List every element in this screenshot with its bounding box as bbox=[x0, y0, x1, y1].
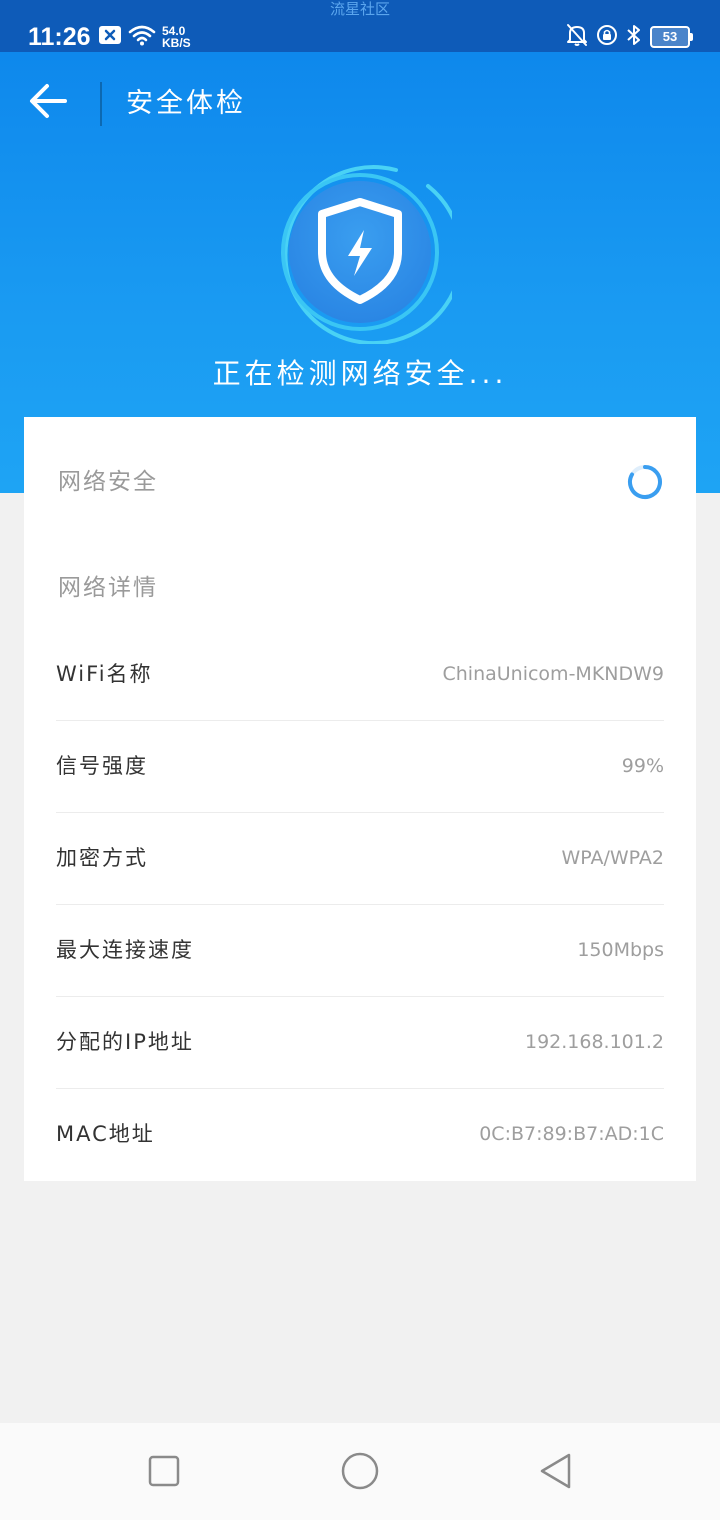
detail-value: 192.168.101.2 bbox=[524, 1031, 664, 1053]
detail-row-wifi-name: WiFi名称 ChinaUnicom-MKNDW9 bbox=[56, 629, 664, 721]
detail-label: 信号强度 bbox=[56, 754, 148, 778]
status-left-icons: 54.0 KB/S bbox=[98, 22, 191, 52]
network-speed-unit: KB/S bbox=[162, 36, 191, 50]
detail-row-mac-address: MAC地址 0C:B7:89:B7:AD:1C bbox=[56, 1089, 664, 1180]
detail-label: WiFi名称 bbox=[56, 662, 153, 686]
back-arrow-icon bbox=[29, 83, 69, 123]
detail-label: 最大连接速度 bbox=[56, 938, 194, 962]
bell-muted-icon bbox=[566, 23, 588, 51]
battery-icon: 53 bbox=[650, 26, 693, 48]
screen: 流星社区 11:26 54.0 KB/S 53 安全体检 正在检测网络安全...… bbox=[0, 0, 720, 1520]
status-right-icons: 53 bbox=[566, 22, 693, 52]
detail-value: WPA/WPA2 bbox=[561, 847, 664, 869]
network-details-heading: 网络详情 bbox=[58, 575, 158, 601]
network-detail-list: WiFi名称 ChinaUnicom-MKNDW9 信号强度 99% 加密方式 … bbox=[56, 629, 664, 1180]
shield-scan-graphic bbox=[268, 160, 464, 346]
scan-status-text: 正在检测网络安全... bbox=[212, 357, 508, 390]
back-button[interactable] bbox=[26, 80, 72, 126]
circle-icon bbox=[338, 1452, 382, 1497]
detail-label: 加密方式 bbox=[56, 846, 148, 870]
detail-row-encryption: 加密方式 WPA/WPA2 bbox=[56, 813, 664, 905]
detail-value: 0C:B7:89:B7:AD:1C bbox=[479, 1123, 664, 1145]
bluetooth-icon bbox=[626, 23, 642, 51]
status-bar: 流星社区 11:26 54.0 KB/S 53 bbox=[0, 0, 720, 52]
notification-x-icon bbox=[98, 25, 122, 49]
network-security-row: 网络安全 bbox=[58, 459, 664, 505]
network-security-label: 网络安全 bbox=[58, 469, 158, 495]
home-button[interactable] bbox=[338, 1449, 382, 1493]
detail-row-ip-address: 分配的IP地址 192.168.101.2 bbox=[56, 997, 664, 1089]
header-divider bbox=[100, 82, 102, 126]
square-icon bbox=[142, 1455, 186, 1497]
system-nav-bar bbox=[0, 1423, 720, 1520]
recents-button[interactable] bbox=[142, 1449, 186, 1493]
detail-row-signal-strength: 信号强度 99% bbox=[56, 721, 664, 813]
detail-row-max-speed: 最大连接速度 150Mbps bbox=[56, 905, 664, 997]
triangle-back-icon bbox=[534, 1453, 578, 1497]
detail-label: MAC地址 bbox=[56, 1122, 155, 1146]
detail-value: 99% bbox=[621, 755, 664, 777]
status-time: 11:26 bbox=[28, 23, 91, 51]
loading-spinner-icon bbox=[626, 463, 664, 501]
detail-value: ChinaUnicom-MKNDW9 bbox=[442, 663, 664, 685]
page-title: 安全体检 bbox=[126, 88, 246, 119]
network-speed: 54.0 KB/S bbox=[162, 25, 191, 49]
detail-label: 分配的IP地址 bbox=[56, 1030, 194, 1054]
back-nav-button[interactable] bbox=[534, 1449, 578, 1493]
network-info-card: 网络安全 网络详情 WiFi名称 ChinaUnicom-MKNDW9 信号强度… bbox=[24, 417, 696, 1181]
rotation-lock-icon bbox=[596, 24, 618, 50]
detail-value: 150Mbps bbox=[577, 939, 664, 961]
watermark-text: 流星社区 bbox=[329, 0, 390, 18]
wifi-icon bbox=[128, 24, 156, 50]
